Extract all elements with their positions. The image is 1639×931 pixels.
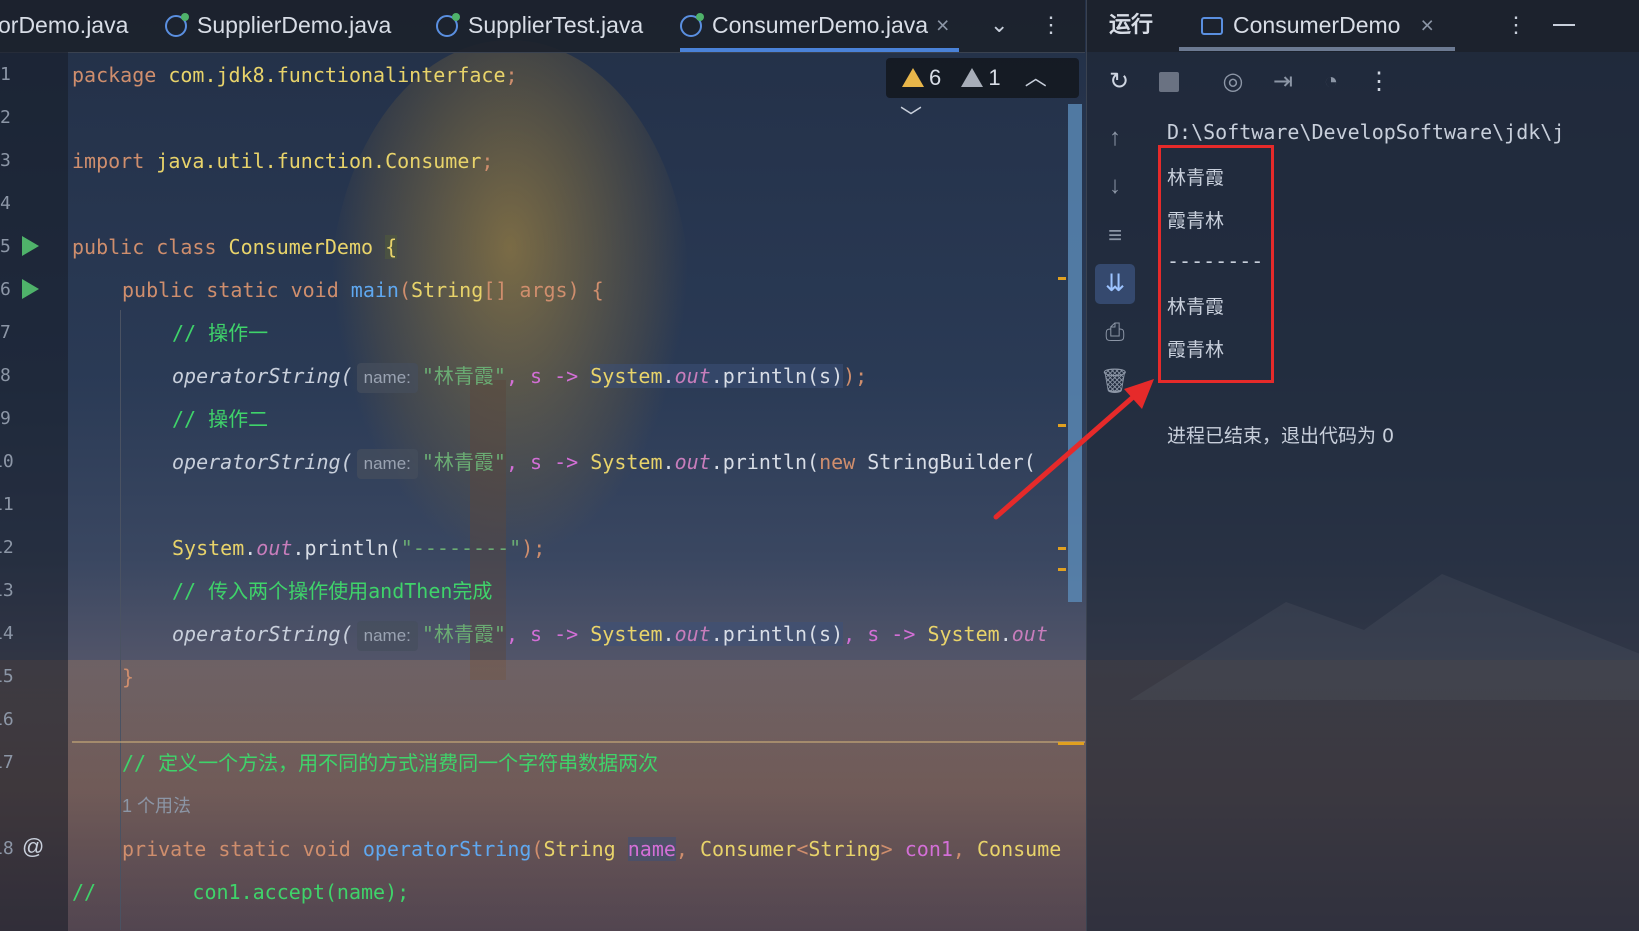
code-line: public class ConsumerDemo { <box>72 235 398 259</box>
tab-consumerdemo[interactable]: ConsumerDemo.java × <box>680 0 960 52</box>
code-comment: // 传入两个操作使用andThen完成 <box>172 579 493 603</box>
line-number: 12 <box>0 537 14 558</box>
chevron-down-icon[interactable]: ⌄ <box>990 0 1008 52</box>
run-tool-window: 运行 ConsumerDemo × ⋮ ↻ ◎ ⇥ ◔ ⋮ ↑ ↓ ≡ ⇊ ⎙ 🗑… <box>1086 0 1639 931</box>
code-line: import java.util.function.Consumer; <box>72 149 494 173</box>
scroll-up-icon[interactable]: ↑ <box>1095 118 1135 158</box>
tab-label: ConsumerDemo.java <box>712 12 929 38</box>
param-hint: name: <box>356 449 418 479</box>
line-number: 9 <box>0 408 11 429</box>
line-number: 10 <box>0 451 14 472</box>
close-tab-icon[interactable]: × <box>1420 12 1433 38</box>
more-vertical-icon[interactable]: ⋮ <box>1359 62 1399 102</box>
code-comment: // 操作二 <box>172 407 269 431</box>
weak-warning-count: 1 <box>988 65 1001 90</box>
tab-label: SupplierDemo.java <box>197 12 392 38</box>
chevron-down-icon[interactable]: ﹀ <box>900 105 922 130</box>
java-class-icon <box>165 13 189 37</box>
line-number: 2 <box>0 107 11 128</box>
tab-suppliertest[interactable]: SupplierTest.java <box>436 0 643 52</box>
profiler-icon[interactable]: ◔ <box>1311 62 1351 102</box>
line-number: 1 <box>0 64 11 85</box>
soft-wrap-icon[interactable]: ≡ <box>1095 216 1135 256</box>
line-number: 7 <box>0 322 11 343</box>
code-line: private static void operatorString(Strin… <box>122 837 1062 861</box>
line-number: 3 <box>0 150 11 171</box>
editor-scrollbar[interactable] <box>1068 104 1082 602</box>
line-number: 6 <box>0 279 11 300</box>
editor-pane: orDemo.java SupplierDemo.java SupplierTe… <box>0 0 1085 931</box>
usage-hint[interactable]: 1 个用法 <box>122 791 191 821</box>
code-line: operatorString(name: "林青霞", s -> System.o… <box>172 619 1048 651</box>
code-line: package com.jdk8.functionalinterface; <box>72 63 518 87</box>
code-area[interactable]: package com.jdk8.functionalinterface; im… <box>72 52 1067 931</box>
tab-label: orDemo.java <box>0 12 129 38</box>
code-line: operatorString(name: "林青霞", s -> System.o… <box>172 447 1036 479</box>
implementation-icon[interactable]: @ <box>22 834 44 860</box>
run-main-icon[interactable] <box>22 279 39 299</box>
line-gutter: 1 2 3 4 5 6 7 8 9 10 11 12 13 14 15 16 1… <box>0 52 68 931</box>
param-hint: name: <box>356 363 418 393</box>
run-tab-bar: 运行 ConsumerDemo × ⋮ <box>1087 0 1639 52</box>
scroll-to-end-icon[interactable]: ⇊ <box>1095 264 1135 304</box>
param-hint: name: <box>356 621 418 651</box>
code-line: operatorString(name: "林青霞", s -> System.o… <box>172 361 867 393</box>
code-line: System.out.println("--------"); <box>172 536 546 560</box>
inspection-widget[interactable]: 6 1 ︿ ﹀ <box>886 58 1079 130</box>
camera-icon[interactable]: ◎ <box>1213 62 1253 102</box>
console-path-line: D:\Software\DevelopSoftware\jdk\j <box>1167 120 1565 144</box>
java-class-icon <box>436 13 460 37</box>
import-icon[interactable]: ⇥ <box>1263 62 1303 102</box>
tab-run-consumerdemo[interactable]: ConsumerDemo × <box>1201 0 1434 50</box>
line-number: 4 <box>0 193 11 214</box>
line-number: 16 <box>0 709 14 730</box>
code-comment: // 操作一 <box>172 321 269 345</box>
line-number: 5 <box>0 236 11 257</box>
run-class-icon[interactable] <box>22 236 39 256</box>
run-panel-title: 运行 <box>1109 12 1154 37</box>
stop-icon[interactable] <box>1149 62 1189 102</box>
java-class-icon <box>680 13 704 37</box>
line-number: 8 <box>0 365 11 386</box>
code-line: } <box>122 665 135 689</box>
console-icon <box>1201 17 1223 35</box>
line-number: 17 <box>0 752 14 773</box>
line-number: 13 <box>0 580 14 601</box>
chevron-up-icon[interactable]: ︿ <box>1025 65 1047 90</box>
tab-label: SupplierTest.java <box>468 12 644 38</box>
tab-supplierdemo[interactable]: SupplierDemo.java <box>165 0 391 52</box>
console-exit-line: 进程已结束，退出代码为 0 <box>1167 425 1395 447</box>
rerun-icon[interactable]: ↻ <box>1099 62 1139 102</box>
line-number: 15 <box>0 666 14 687</box>
line-number: 14 <box>0 623 14 644</box>
code-comment: // 定义一个方法，用不同的方式消费同一个字符串数据两次 <box>122 751 659 775</box>
editor-tab-bar: orDemo.java SupplierDemo.java SupplierTe… <box>0 0 1085 53</box>
warning-count: 6 <box>929 65 942 90</box>
code-comment: // con1.accept(name); <box>72 880 410 904</box>
line-number: 18 <box>0 838 14 859</box>
code-line: public static void main(String[] args) { <box>122 278 604 302</box>
run-tab-label: ConsumerDemo <box>1233 12 1401 38</box>
more-vertical-icon[interactable]: ⋮ <box>1505 0 1527 50</box>
scroll-down-icon[interactable]: ↓ <box>1095 166 1135 206</box>
more-vertical-icon[interactable]: ⋮ <box>1040 0 1062 52</box>
weak-warning-icon <box>961 68 984 87</box>
tab-ordemo[interactable]: orDemo.java <box>0 0 128 52</box>
annotation-arrow <box>993 379 1154 520</box>
annotation-highlight-box <box>1158 145 1274 383</box>
line-number: 11 <box>0 494 14 515</box>
print-icon[interactable]: ⎙ <box>1095 313 1135 353</box>
warning-icon <box>902 68 924 87</box>
close-tab-icon[interactable]: × <box>936 12 949 38</box>
minimize-icon[interactable] <box>1553 24 1575 26</box>
